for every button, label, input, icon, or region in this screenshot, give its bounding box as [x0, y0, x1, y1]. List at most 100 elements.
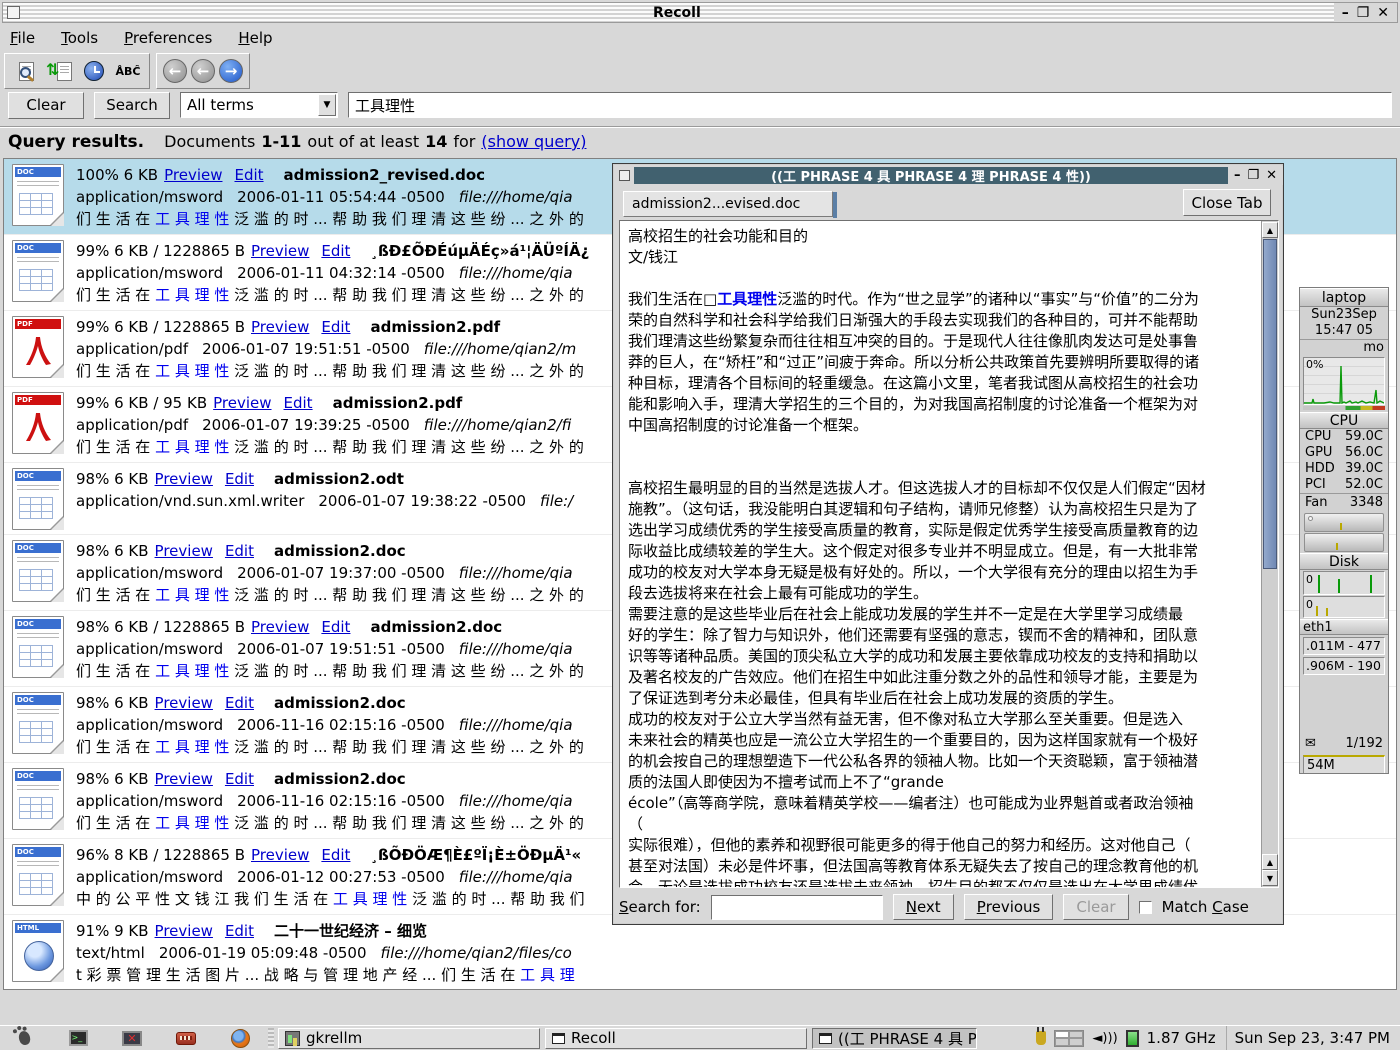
minimize-icon[interactable]: –	[1234, 169, 1241, 182]
edit-link[interactable]: Edit	[284, 394, 313, 412]
edit-link[interactable]: Edit	[321, 318, 350, 336]
find-clear-button[interactable]: Clear	[1063, 894, 1128, 920]
volume-icon[interactable]: ◄)))	[1092, 1032, 1117, 1045]
taskbar-task-1[interactable]: gkrellm	[278, 1028, 540, 1049]
history-button[interactable]	[79, 57, 109, 85]
preview-scrollbar[interactable]: ▲ ▲ ▼	[1261, 221, 1278, 887]
edit-link[interactable]: Edit	[234, 166, 263, 184]
preview-window[interactable]: ((工 PHRASE 4 具 PHRASE 4 理 PHRASE 4 性)) –…	[612, 163, 1284, 925]
search-mode-combobox[interactable]: All terms ▼	[180, 92, 338, 118]
edit-link[interactable]: Edit	[321, 242, 350, 260]
taskbar-handle[interactable]	[268, 1028, 274, 1048]
find-input[interactable]	[711, 895, 883, 920]
minimize-icon[interactable]: –	[1342, 6, 1349, 20]
power-plug-icon[interactable]	[1036, 1031, 1046, 1045]
snippet-highlight: 工 具 理 性	[155, 286, 229, 304]
typewriter-icon[interactable]	[176, 1028, 196, 1048]
preview-link[interactable]: Preview	[155, 922, 213, 940]
close-icon[interactable]: ✕	[1377, 6, 1389, 20]
preview-link[interactable]: Preview	[155, 470, 213, 488]
result-body: 91% 9 KBPreviewEdit二十一世纪经济 – 细览text/html…	[76, 920, 586, 986]
edit-link[interactable]: Edit	[321, 846, 350, 864]
preview-text-area[interactable]: 高校招生的社会功能和目的 文/钱江 我们生活在□工具理性泛滥的时代。作为“世之显…	[619, 220, 1279, 888]
menu-help[interactable]: Help	[238, 29, 272, 47]
scroll-up-icon[interactable]: ▲	[1262, 222, 1278, 238]
preview-link[interactable]: Preview	[164, 166, 222, 184]
term-explorer-button[interactable]: ÅBĈ	[113, 57, 143, 85]
close-tab-button[interactable]: Close Tab	[1183, 189, 1271, 216]
slider-panel-1[interactable]	[1304, 513, 1384, 532]
maximize-icon[interactable]: ❐	[1247, 169, 1259, 182]
preview-link[interactable]: Preview	[155, 542, 213, 560]
slider-panel-2[interactable]	[1304, 533, 1384, 552]
terminal-icon[interactable]: >_	[68, 1028, 88, 1048]
find-previous-button[interactable]: Previous	[964, 894, 1054, 920]
maximize-icon[interactable]: ❐	[1357, 6, 1370, 20]
taskbar-task-3[interactable]: ((工 PHRASE 4 具 PHRASE ...	[812, 1028, 977, 1049]
cpu-frequency-icon[interactable]	[1126, 1030, 1139, 1047]
cpu-panel-label[interactable]: CPU	[1300, 412, 1388, 429]
preview-window-icon[interactable]	[619, 170, 630, 181]
result-url: file:///home/qia	[459, 716, 573, 734]
next-page-button[interactable]: →	[219, 59, 243, 83]
menu-file[interactable]: File	[10, 29, 35, 47]
edit-link[interactable]: Edit	[225, 770, 254, 788]
gnome-foot-icon[interactable]	[14, 1028, 34, 1048]
result-date: 2006-01-11 04:32:14 -0500	[237, 264, 445, 282]
result-date: 2006-01-07 19:38:22 -0500	[318, 492, 526, 510]
find-next-button[interactable]: Next	[893, 894, 954, 920]
preview-titlebar[interactable]: ((工 PHRASE 4 具 PHRASE 4 理 PHRASE 4 性)) –…	[615, 166, 1283, 185]
preview-tab[interactable]: admission2...evised.doc	[623, 191, 833, 217]
edit-link[interactable]: Edit	[225, 922, 254, 940]
edit-link[interactable]: Edit	[225, 470, 254, 488]
taskbar: >_ ✕ gkrellmRecoll((工 PHRASE 4 具 PHRASE …	[0, 1025, 1400, 1050]
gkrellm-window[interactable]: laptop Sun23Sep 15:47 05 mo 0% CPU CPU59…	[1299, 287, 1389, 774]
close-icon[interactable]: ✕	[1266, 169, 1277, 182]
snippet-text: 们 生 活 在	[76, 662, 155, 680]
doc-table	[19, 569, 53, 591]
chevron-down-icon[interactable]: ▼	[318, 94, 336, 116]
disk-panel-label[interactable]: Disk	[1300, 553, 1388, 570]
taskbar-clock[interactable]: Sun Sep 23, 3:47 PM	[1226, 1026, 1400, 1050]
taskbar-task-2[interactable]: Recoll	[545, 1028, 807, 1049]
result-url: file:///home/qia	[459, 188, 573, 206]
display-lock-icon[interactable]: ✕	[122, 1028, 142, 1048]
scrollbar-thumb[interactable]	[1263, 239, 1277, 569]
preview-link[interactable]: Preview	[251, 618, 309, 636]
edit-link[interactable]: Edit	[225, 542, 254, 560]
eth1-panel-label[interactable]: eth1	[1300, 619, 1388, 635]
result-mime: application/msword	[76, 792, 223, 810]
recoll-window-icon[interactable]	[7, 6, 20, 19]
edit-link[interactable]: Edit	[225, 694, 254, 712]
menubar: File Tools Preferences Help	[0, 25, 1400, 50]
sort-button[interactable]: ⇅	[45, 57, 75, 85]
preview-link[interactable]: Preview	[251, 846, 309, 864]
clear-button[interactable]: Clear	[8, 92, 84, 119]
preview-link[interactable]: Preview	[251, 242, 309, 260]
preview-link[interactable]: Preview	[251, 318, 309, 336]
scroll-down-icon[interactable]: ▼	[1262, 870, 1278, 886]
preview-link[interactable]: Preview	[155, 694, 213, 712]
result-row[interactable]: HTML91% 9 KBPreviewEdit二十一世纪经济 – 细览text/…	[4, 915, 1396, 990]
preview-text: 泛滥的时代。作为“世之显学”的诸种以“事实”与“价值”的二分为 荣的自然科学和社…	[628, 290, 1206, 887]
result-snippet: 们 生 活 在 工 具 理 性 泛 滥 的 时 ... 帮 助 我 们 理 清 …	[76, 360, 590, 382]
scroll-up-icon[interactable]: ▲	[1262, 854, 1278, 870]
result-url: file:///home/qia	[459, 868, 573, 886]
doc-lines	[17, 709, 59, 717]
workspace-pager[interactable]	[1054, 1030, 1084, 1047]
firefox-icon[interactable]	[230, 1028, 250, 1048]
show-query-link[interactable]: (show query)	[481, 132, 586, 151]
preview-link[interactable]: Preview	[155, 770, 213, 788]
recoll-titlebar[interactable]: Recoll – ❐ ✕	[2, 2, 1398, 23]
menu-preferences[interactable]: Preferences	[124, 29, 212, 47]
preview-search-button[interactable]	[11, 57, 41, 85]
match-case-checkbox[interactable]	[1139, 901, 1152, 914]
menu-tools[interactable]: Tools	[61, 29, 98, 47]
preview-link[interactable]: Preview	[213, 394, 271, 412]
previous-page-button[interactable]: ←	[191, 59, 215, 83]
first-page-button[interactable]: ←	[163, 59, 187, 83]
edit-link[interactable]: Edit	[321, 618, 350, 636]
query-input[interactable]	[348, 92, 1392, 118]
gkrellm-hostname[interactable]: laptop	[1300, 288, 1388, 307]
search-button[interactable]: Search	[94, 92, 170, 119]
